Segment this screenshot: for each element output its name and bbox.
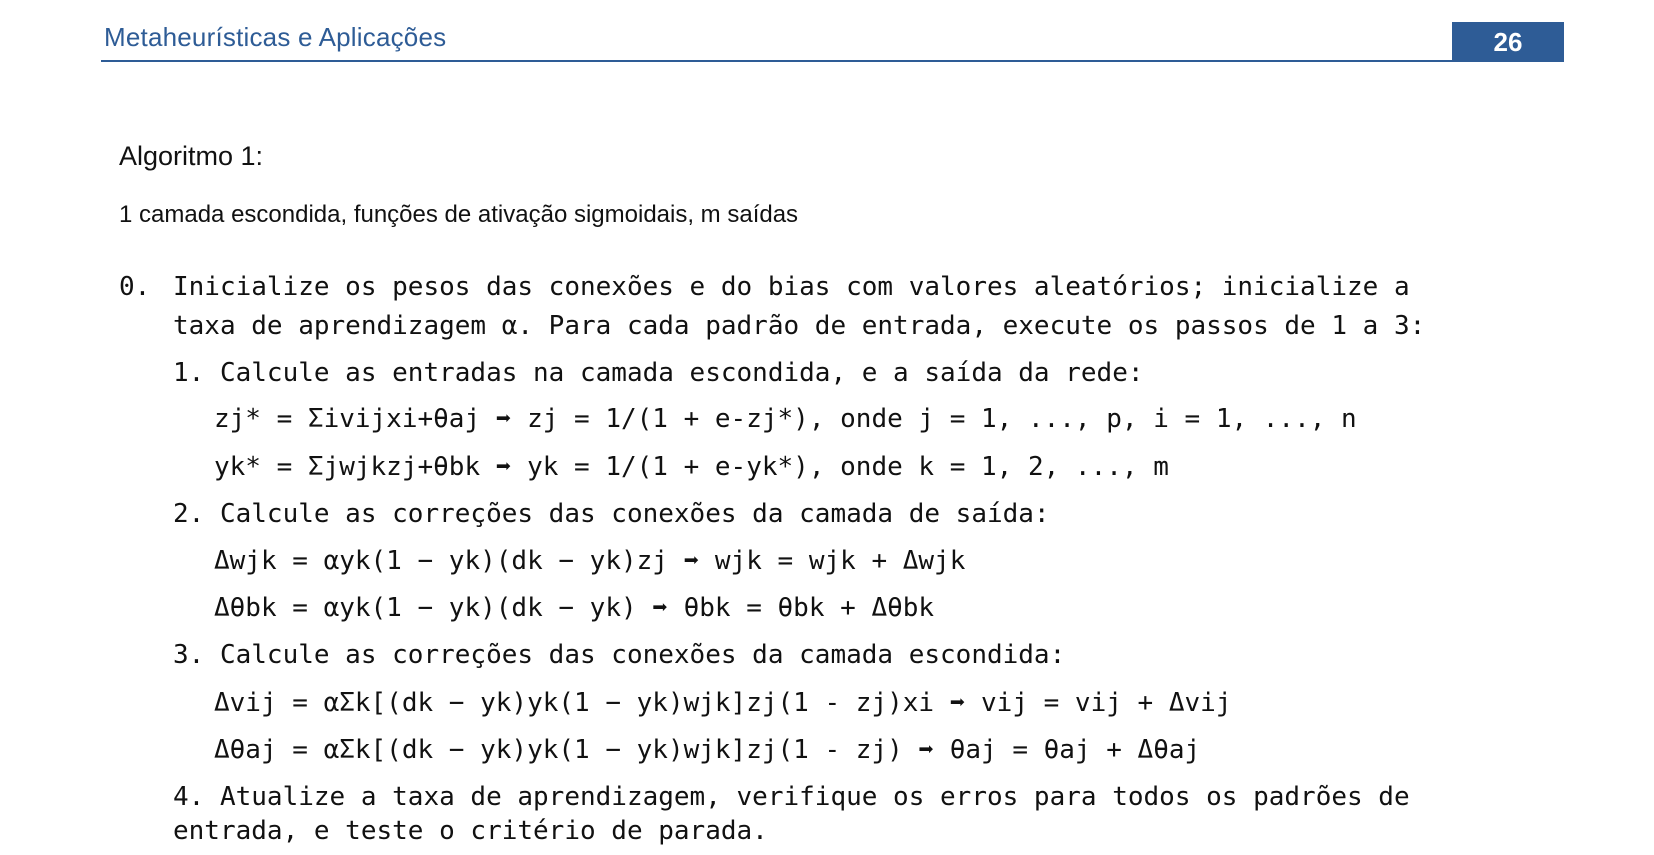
equation-hidden-layer-input: zj* = Σivijxi+θaj ➡ zj = 1/(1 + e-zj*), … xyxy=(214,404,1357,434)
equation-output-weight-update: Δwjk = αyk(1 − yk)(dk − yk)zj ➡ wjk = wj… xyxy=(214,546,966,576)
header-title: Metaheurísticas e Aplicações xyxy=(104,22,447,52)
equation-hidden-weight-update: Δvij = αΣk[(dk − yk)yk(1 − yk)wjk]zj(1 -… xyxy=(214,688,1232,718)
step-1-text: 1. Calcule as entradas na camada escondi… xyxy=(173,358,1144,388)
step-4-line-2: entrada, e teste o critério de parada. xyxy=(173,816,768,846)
algorithm-subtitle: 1 camada escondida, funções de ativação … xyxy=(119,201,799,228)
step-2-text: 2. Calcule as correções das conexões da … xyxy=(173,499,1050,529)
step-4-line-1: 4. Atualize a taxa de aprendizagem, veri… xyxy=(173,782,1410,812)
equation-output-bias-update: Δθbk = αyk(1 − yk)(dk − yk) ➡ θbk = θbk … xyxy=(214,593,935,623)
step-0-line-1: Inicialize os pesos das conexões e do bi… xyxy=(173,272,1410,302)
header-divider xyxy=(101,60,1564,62)
step-3-text: 3. Calcule as correções das conexões da … xyxy=(173,640,1066,670)
step-0-marker: 0. xyxy=(119,272,151,302)
page-number-badge: 26 xyxy=(1452,22,1564,62)
algorithm-title: Algoritmo 1: xyxy=(119,141,264,171)
equation-hidden-bias-update: Δθaj = αΣk[(dk − yk)yk(1 − yk)wjk]zj(1 -… xyxy=(214,735,1201,765)
equation-output-layer-input: yk* = Σjwjkzj+θbk ➡ yk = 1/(1 + e-yk*), … xyxy=(214,452,1169,482)
slide-page: Metaheurísticas e Aplicações 26 Algoritm… xyxy=(0,0,1654,855)
step-0-line-2: taxa de aprendizagem α. Para cada padrão… xyxy=(173,311,1426,341)
